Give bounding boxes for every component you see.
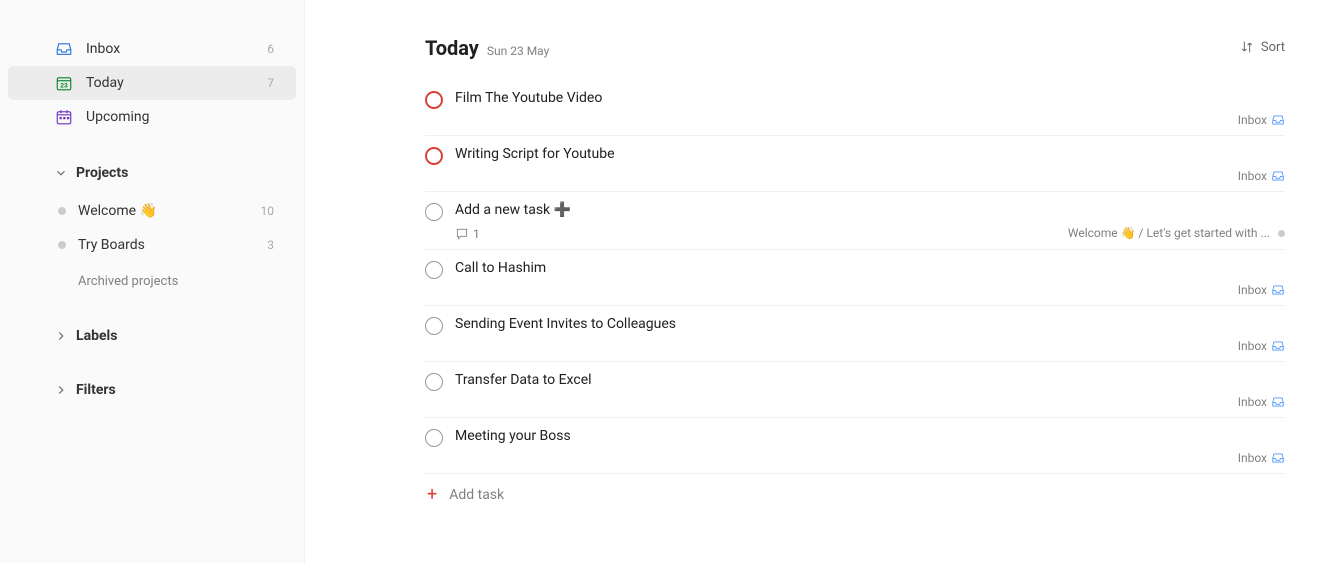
- task-project-chip[interactable]: Inbox: [1238, 339, 1285, 353]
- project-bullet-icon: [58, 241, 66, 249]
- task-project-chip[interactable]: Inbox: [1238, 451, 1285, 465]
- section-label: Projects: [76, 165, 128, 181]
- task-title[interactable]: Add a new task ➕: [455, 202, 571, 218]
- task-item[interactable]: Transfer Data to Excel Inbox: [425, 362, 1285, 418]
- task-list: Film The Youtube Video Inbox Writing Scr…: [425, 80, 1285, 474]
- task-title[interactable]: Meeting your Boss: [455, 428, 571, 444]
- task-title[interactable]: Film The Youtube Video: [455, 90, 602, 106]
- task-checkbox[interactable]: [425, 373, 443, 391]
- sidebar-item-upcoming[interactable]: Upcoming: [8, 100, 296, 134]
- task-title[interactable]: Sending Event Invites to Colleagues: [455, 316, 676, 332]
- inbox-icon: [1271, 169, 1285, 183]
- plus-icon: +: [427, 486, 437, 504]
- sidebar-item-count: 6: [267, 42, 274, 56]
- task-item[interactable]: Writing Script for Youtube Inbox: [425, 136, 1285, 192]
- header: Today Sun 23 May Sort: [425, 36, 1285, 60]
- sidebar-item-label: Upcoming: [86, 109, 150, 125]
- task-project-label: Welcome 👋 / Let's get started with ...: [1068, 226, 1270, 240]
- sidebar-item-count: 7: [267, 76, 274, 90]
- inbox-icon: [1271, 395, 1285, 409]
- sidebar-project-welcome[interactable]: Welcome 👋 10: [8, 194, 296, 228]
- section-label: Labels: [76, 328, 117, 344]
- inbox-icon: [1271, 113, 1285, 127]
- add-task-button[interactable]: + Add task: [425, 474, 1285, 504]
- task-project-label: Inbox: [1238, 169, 1267, 183]
- calendar-today-icon: 23: [54, 73, 74, 93]
- project-label: Try Boards: [78, 237, 145, 253]
- sidebar-item-label: Today: [86, 75, 124, 91]
- inbox-icon: [54, 39, 74, 59]
- task-checkbox[interactable]: [425, 429, 443, 447]
- task-checkbox[interactable]: [425, 317, 443, 335]
- calendar-upcoming-icon: [54, 107, 74, 127]
- task-project-label: Inbox: [1238, 113, 1267, 127]
- task-project-label: Inbox: [1238, 339, 1267, 353]
- task-project-label: Inbox: [1238, 395, 1267, 409]
- archived-label: Archived projects: [78, 274, 178, 289]
- task-project-chip[interactable]: Inbox: [1238, 169, 1285, 183]
- task-item[interactable]: Call to Hashim Inbox: [425, 250, 1285, 306]
- sort-icon: [1239, 39, 1255, 55]
- sort-button[interactable]: Sort: [1239, 39, 1285, 55]
- task-checkbox[interactable]: [425, 91, 443, 109]
- filters-header[interactable]: Filters: [8, 375, 296, 405]
- inbox-icon: [1271, 283, 1285, 297]
- task-checkbox[interactable]: [425, 147, 443, 165]
- archived-projects-link[interactable]: Archived projects: [8, 262, 296, 289]
- task-project-chip[interactable]: Inbox: [1238, 395, 1285, 409]
- task-checkbox[interactable]: [425, 203, 443, 221]
- task-item[interactable]: Add a new task ➕ 1 Welcome 👋 / Let's get…: [425, 192, 1285, 250]
- sidebar-item-today[interactable]: 23 Today 7: [8, 66, 296, 100]
- task-item[interactable]: Sending Event Invites to Colleagues Inbo…: [425, 306, 1285, 362]
- task-comment-badge[interactable]: 1: [455, 227, 480, 241]
- task-project-chip[interactable]: Inbox: [1238, 283, 1285, 297]
- svg-text:23: 23: [60, 83, 68, 90]
- inbox-icon: [1271, 339, 1285, 353]
- add-task-label: Add task: [449, 487, 504, 503]
- sidebar-item-inbox[interactable]: Inbox 6: [8, 32, 296, 66]
- sidebar: Inbox 6 23 Today 7 Upcoming Projects Wel…: [0, 0, 305, 563]
- task-project-label: Inbox: [1238, 283, 1267, 297]
- task-item[interactable]: Film The Youtube Video Inbox: [425, 80, 1285, 136]
- task-title[interactable]: Writing Script for Youtube: [455, 146, 615, 162]
- chevron-right-icon: [54, 329, 68, 343]
- task-project-label: Inbox: [1238, 451, 1267, 465]
- sort-label: Sort: [1261, 40, 1285, 55]
- project-count: 3: [267, 238, 274, 252]
- labels-header[interactable]: Labels: [8, 321, 296, 351]
- project-bullet-icon: [1278, 230, 1285, 237]
- section-label: Filters: [76, 382, 116, 398]
- task-checkbox[interactable]: [425, 261, 443, 279]
- task-title[interactable]: Call to Hashim: [455, 260, 546, 276]
- comment-count: 1: [473, 227, 480, 241]
- task-project-chip[interactable]: Welcome 👋 / Let's get started with ...: [1068, 226, 1285, 240]
- task-project-chip[interactable]: Inbox: [1238, 113, 1285, 127]
- chevron-right-icon: [54, 383, 68, 397]
- sidebar-project-try-boards[interactable]: Try Boards 3: [8, 228, 296, 262]
- chevron-down-icon: [54, 166, 68, 180]
- comment-icon: [455, 227, 469, 241]
- page-date: Sun 23 May: [487, 44, 549, 58]
- project-label: Welcome 👋: [78, 203, 157, 219]
- project-bullet-icon: [58, 207, 66, 215]
- project-count: 10: [261, 204, 275, 218]
- inbox-icon: [1271, 451, 1285, 465]
- sidebar-item-label: Inbox: [86, 41, 120, 57]
- projects-header[interactable]: Projects: [8, 158, 296, 188]
- main-content: Today Sun 23 May Sort Film The Youtube V…: [305, 0, 1341, 563]
- task-item[interactable]: Meeting your Boss Inbox: [425, 418, 1285, 474]
- page-title: Today: [425, 36, 479, 60]
- task-title[interactable]: Transfer Data to Excel: [455, 372, 592, 388]
